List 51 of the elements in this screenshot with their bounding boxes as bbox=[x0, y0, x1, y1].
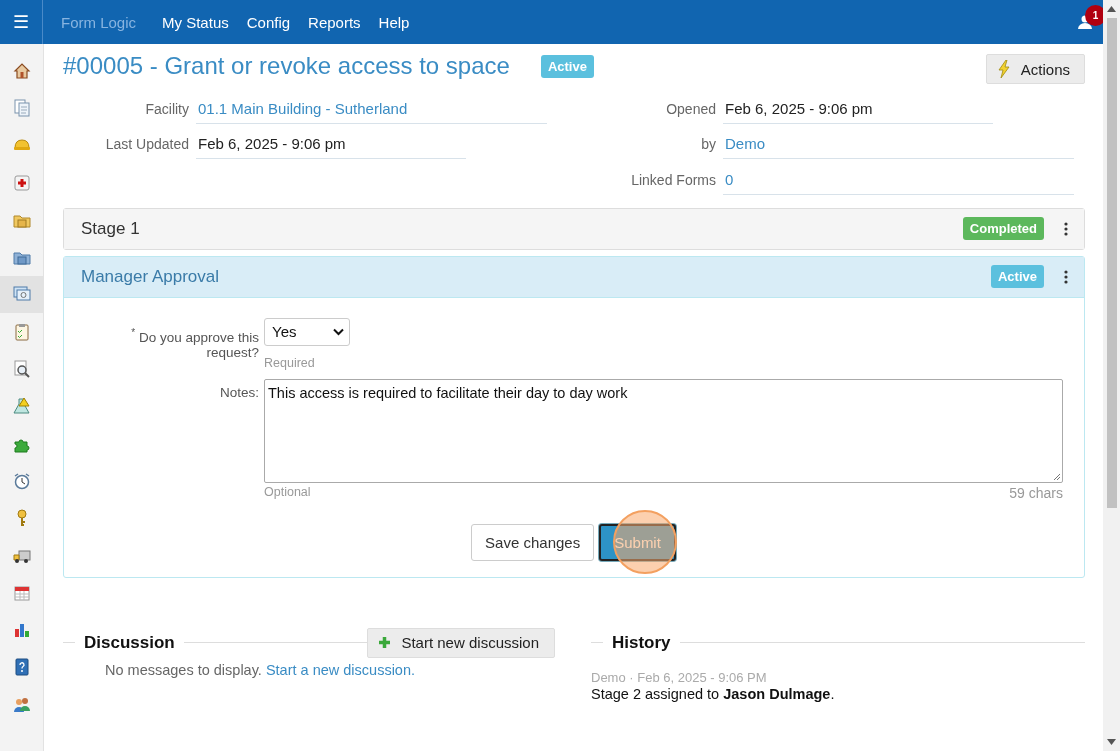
field-link[interactable]: 01.1 Main Building - Sutherland bbox=[196, 99, 547, 124]
status-badge: Completed bbox=[962, 217, 1044, 240]
char-count: 59 chars bbox=[1009, 484, 1063, 501]
actions-button[interactable]: Actions bbox=[985, 54, 1085, 84]
start-discussion-link[interactable]: Start a new discussion. bbox=[265, 661, 416, 678]
nav-link[interactable]: Reports bbox=[308, 13, 361, 31]
section-title: Discussion bbox=[84, 632, 175, 653]
status-badge: Active bbox=[540, 54, 594, 78]
scroll-up-icon[interactable] bbox=[1107, 6, 1116, 12]
first-aid-icon[interactable] bbox=[11, 172, 32, 193]
hint-text: Required bbox=[264, 355, 316, 370]
field-link[interactable]: 0 bbox=[723, 170, 1074, 195]
field-label: by bbox=[700, 136, 717, 154]
field-label: Opened bbox=[665, 100, 717, 119]
answer-dropdown[interactable]: Yes bbox=[264, 317, 350, 346]
nav-link[interactable]: Config bbox=[246, 13, 291, 31]
field-label: Facility bbox=[144, 100, 190, 119]
history-meta: Demo · Feb 6, 2025 - 9:06 PM bbox=[591, 669, 768, 685]
nav-link[interactable]: Help bbox=[378, 13, 410, 31]
stage-title: Manager Approval bbox=[81, 266, 219, 287]
field-label: Last Updated bbox=[104, 136, 190, 154]
more-icon[interactable] bbox=[1064, 221, 1068, 236]
magnifier-icon[interactable] bbox=[11, 359, 32, 379]
section-title: History bbox=[612, 632, 671, 653]
notes-field[interactable]: This access is required to facilitate their day to day work bbox=[264, 378, 1063, 483]
lightning-icon bbox=[996, 60, 1011, 78]
new-discussion-button[interactable]: Start new discussion bbox=[367, 627, 555, 658]
notes-label: Notes: bbox=[218, 383, 260, 402]
chevron-down-icon bbox=[333, 327, 344, 336]
nav-link[interactable]: My Status bbox=[162, 13, 229, 31]
scrollbar-thumb[interactable] bbox=[1106, 18, 1117, 508]
stage-header[interactable]: Stage 1 Completed bbox=[64, 208, 1084, 249]
stage-header[interactable]: Manager Approval Active bbox=[64, 256, 1084, 298]
flask-icon[interactable] bbox=[11, 396, 32, 417]
save-button[interactable]: Save changes bbox=[471, 523, 595, 561]
field-label: Linked Forms bbox=[630, 171, 717, 190]
status-badge: Active bbox=[990, 265, 1044, 288]
documents-icon[interactable] bbox=[11, 97, 32, 118]
field-link[interactable]: Demo bbox=[723, 135, 1074, 159]
plus-icon bbox=[378, 636, 392, 649]
form-title: #00005 - Grant or revoke access to space bbox=[63, 52, 510, 80]
field-value: Feb 6, 2025 - 9:06 pm bbox=[723, 99, 993, 124]
scroll-down-icon[interactable] bbox=[1107, 739, 1116, 745]
more-icon[interactable] bbox=[1064, 269, 1068, 284]
stage-title: Stage 1 bbox=[81, 218, 140, 239]
resize-grip-icon[interactable] bbox=[1053, 472, 1061, 481]
field-value: Feb 6, 2025 - 9:06 pm bbox=[196, 135, 466, 159]
empty-message: No messages to display. Start a new discussion. bbox=[105, 661, 417, 678]
question-label: $^{*}$ Do you approve this request? bbox=[130, 325, 260, 362]
history-text: Stage 2 assigned to Jason Dulmage. bbox=[591, 685, 836, 702]
hint-text: Optional bbox=[264, 484, 311, 501]
